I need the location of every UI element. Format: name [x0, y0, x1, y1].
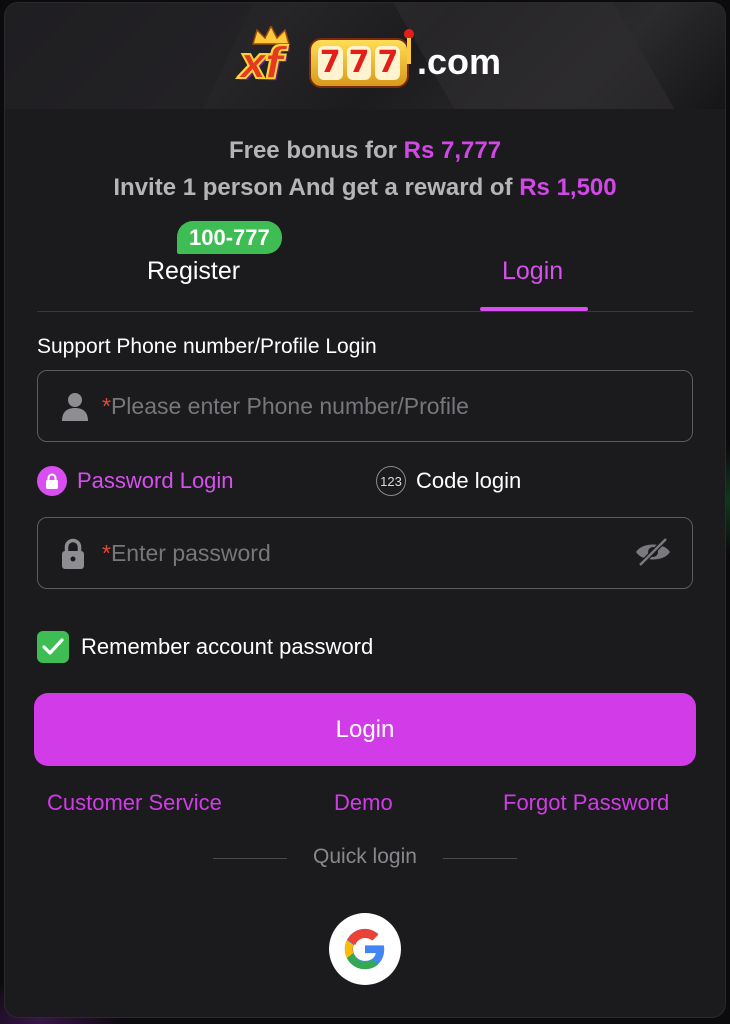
google-icon: [344, 928, 385, 970]
google-login-button[interactable]: [329, 913, 401, 985]
account-field-label: Support Phone number/Profile Login: [37, 335, 377, 358]
password-input[interactable]: *Enter password: [37, 517, 693, 589]
customer-service-link[interactable]: Customer Service: [47, 790, 222, 816]
required-mark: *: [102, 540, 111, 566]
quick-login-label: Quick login: [313, 845, 417, 868]
check-icon: [42, 638, 64, 655]
login-modal: xf 777 .com Free bonus for Rs 7,777 Invi…: [4, 2, 726, 1018]
code-login-option[interactable]: 123 Code login: [376, 466, 521, 496]
password-login-option[interactable]: Password Login: [37, 466, 234, 496]
forgot-password-link[interactable]: Forgot Password: [503, 790, 669, 816]
promo-invite-reward: Invite 1 person And get a reward of Rs 1…: [5, 174, 725, 202]
active-tab-indicator: [480, 307, 588, 311]
user-icon: [62, 393, 88, 421]
eye-off-icon[interactable]: [634, 536, 672, 568]
divider-line: [443, 858, 517, 859]
remember-checkbox[interactable]: [37, 631, 69, 663]
register-bonus-badge: 100-777: [177, 221, 282, 254]
logo-mark: xf 777: [238, 26, 415, 90]
lock-icon: [46, 473, 58, 489]
header-facet: [5, 3, 263, 109]
numeric-code-icon: 123: [376, 466, 406, 496]
promo-amount: Rs 1,500: [519, 174, 617, 201]
quick-login-divider: Quick login: [5, 845, 725, 875]
auth-tabs: 100-777 Register Login: [37, 221, 693, 312]
lock-badge-icon: [37, 466, 67, 496]
required-mark: *: [102, 393, 111, 419]
promo-amount: Rs 7,777: [403, 137, 502, 164]
remember-password-toggle[interactable]: Remember account password: [37, 631, 373, 663]
logo-xf-text: xf: [238, 37, 284, 90]
logo-domain-suffix: .com: [417, 41, 502, 82]
promo-text: Free bonus for: [228, 137, 404, 164]
promo-text: Invite 1 person And get a reward of: [113, 174, 520, 201]
remember-label: Remember account password: [81, 634, 374, 659]
phone-profile-input[interactable]: *Please enter Phone number/Profile: [37, 370, 693, 442]
lever-icon: [404, 29, 414, 64]
code-login-label: Code login: [416, 468, 522, 493]
brand-logo: xf 777 .com: [238, 25, 502, 90]
tab-register[interactable]: Register: [147, 257, 240, 286]
demo-link[interactable]: Demo: [334, 790, 393, 816]
lock-icon: [62, 538, 84, 569]
modal-header: xf 777 .com: [5, 3, 725, 109]
phone-placeholder: *Please enter Phone number/Profile: [102, 393, 469, 420]
tab-login[interactable]: Login: [502, 257, 563, 286]
placeholder-text: Enter password: [110, 540, 271, 566]
promo-free-bonus: Free bonus for Rs 7,777: [5, 137, 725, 165]
login-submit-button[interactable]: Login: [34, 693, 696, 766]
placeholder-text: Please enter Phone number/Profile: [110, 393, 469, 419]
password-placeholder: *Enter password: [102, 540, 271, 567]
password-login-label: Password Login: [77, 468, 234, 493]
slot-machine-icon: 777: [309, 38, 409, 88]
